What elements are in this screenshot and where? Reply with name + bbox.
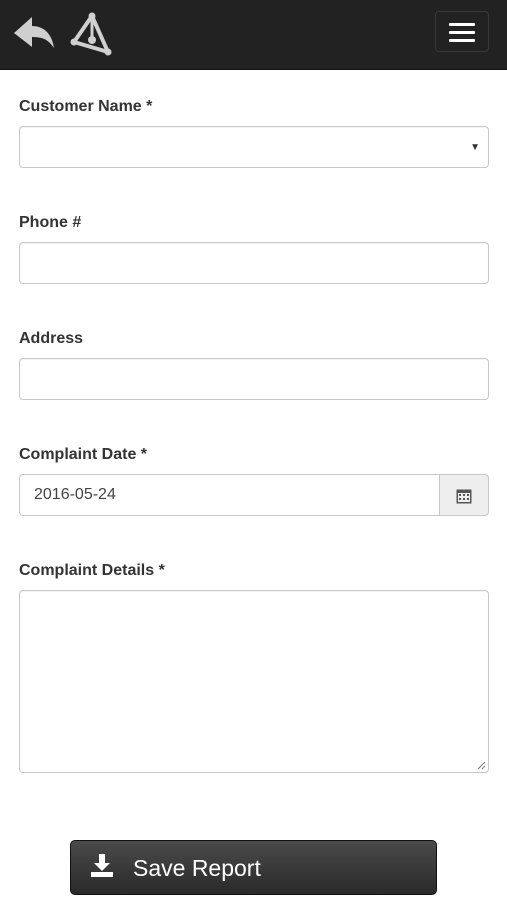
customer-name-value <box>20 127 488 167</box>
triangle-logo-icon[interactable] <box>68 12 114 58</box>
chevron-down-icon: ▼ <box>470 142 480 153</box>
calendar-icon <box>456 489 472 504</box>
phone-field[interactable] <box>20 243 488 283</box>
download-icon <box>91 854 113 877</box>
address-label: Address <box>19 330 84 347</box>
save-report-button[interactable]: Save Report <box>70 840 437 895</box>
hamburger-menu-icon[interactable] <box>435 11 489 52</box>
customer-name-label: Customer Name * <box>19 98 153 115</box>
phone-label: Phone # <box>19 214 82 231</box>
resize-grip-icon[interactable] <box>476 760 486 770</box>
customer-name-select[interactable]: ▼ <box>19 126 489 168</box>
address-field[interactable] <box>20 359 488 399</box>
back-arrow-icon[interactable] <box>12 14 58 52</box>
address-field-wrapper <box>19 358 489 400</box>
complaint-date-group: 2016-05-24 <box>19 474 489 516</box>
complaint-date-field[interactable]: 2016-05-24 <box>19 474 440 516</box>
complaint-date-label: Complaint Date * <box>19 446 148 463</box>
top-navbar <box>0 0 507 70</box>
save-report-label: Save Report <box>133 855 261 881</box>
complaint-details-field[interactable] <box>19 590 489 773</box>
calendar-button[interactable] <box>439 474 489 516</box>
phone-field-wrapper <box>19 242 489 284</box>
complaint-details-label: Complaint Details * <box>19 562 165 579</box>
